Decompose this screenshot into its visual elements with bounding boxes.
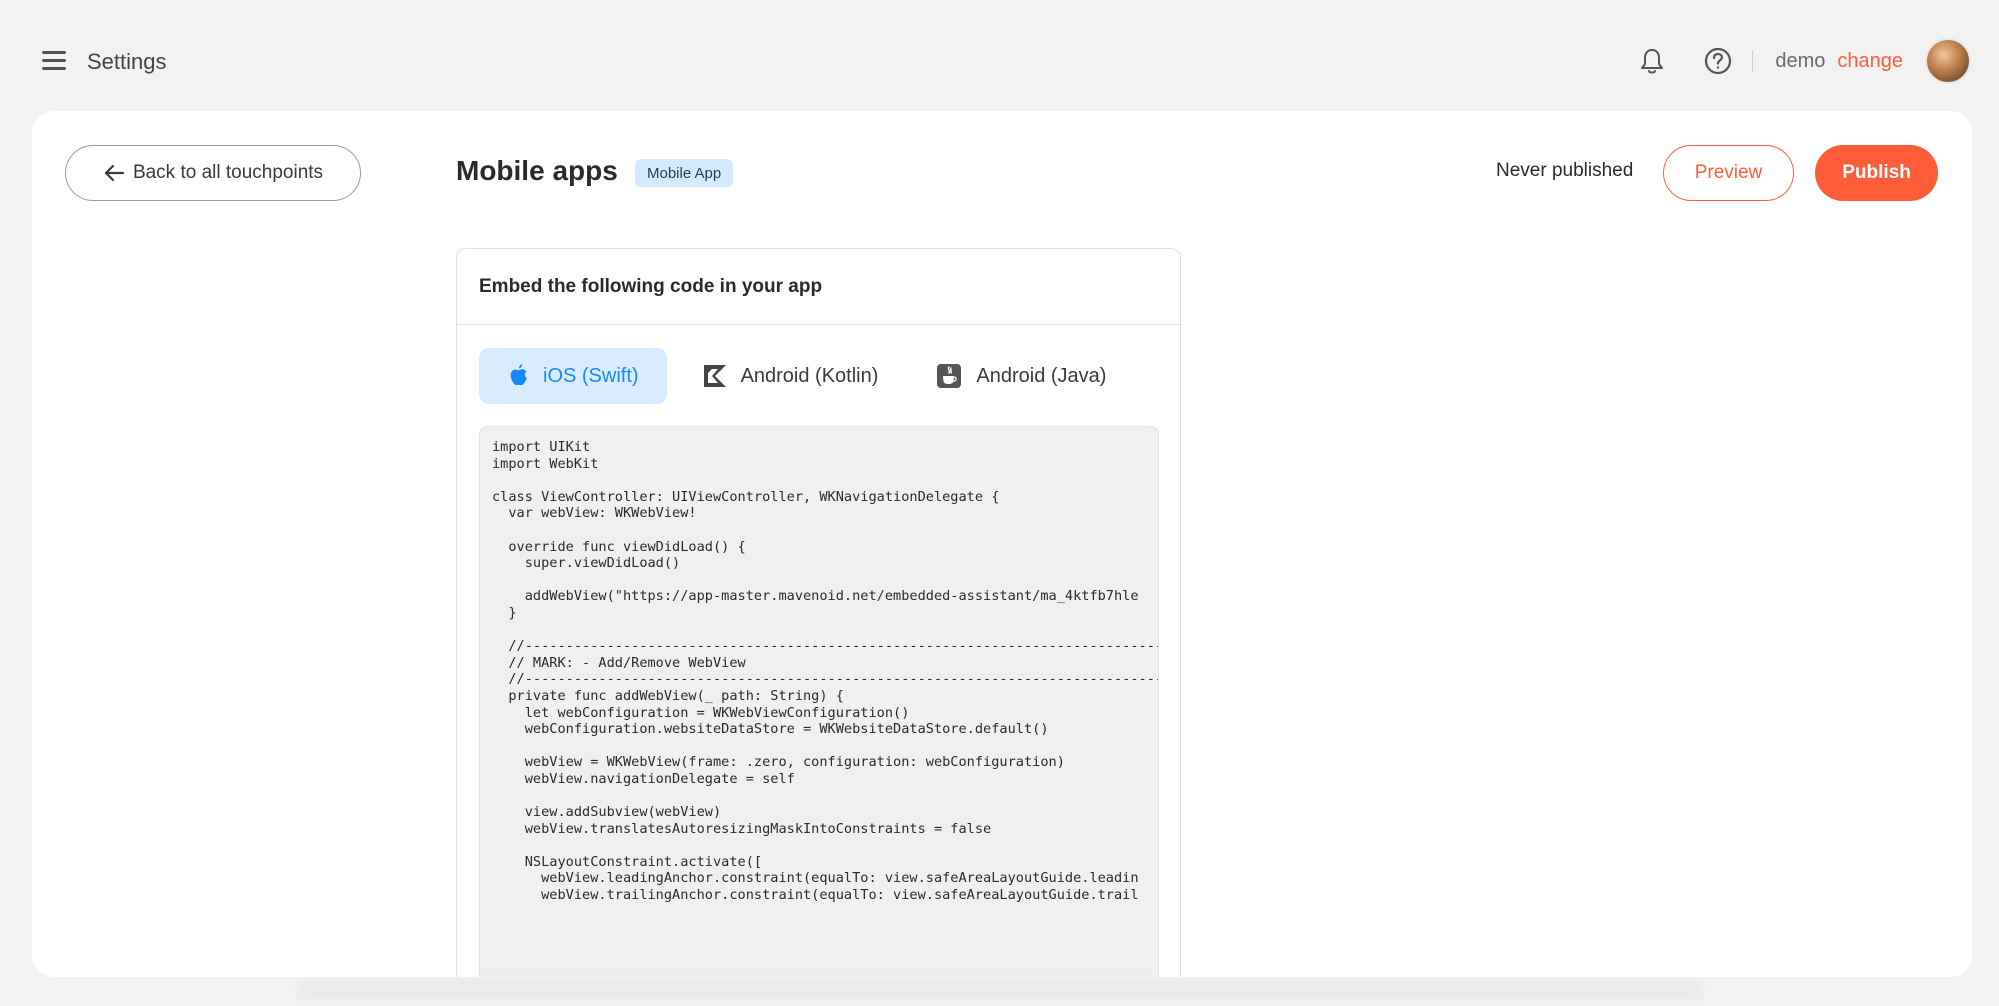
publish-button[interactable]: Publish — [1815, 145, 1938, 201]
back-to-touchpoints-button[interactable]: Back to all touchpoints — [65, 145, 361, 201]
java-icon — [936, 363, 962, 389]
tab-android-kotlin[interactable]: Android (Kotlin) — [675, 348, 901, 404]
bottom-shadow — [300, 982, 1700, 1006]
app-title: Settings — [87, 49, 167, 74]
page-title: Mobile apps — [456, 155, 618, 186]
kotlin-icon — [703, 364, 727, 388]
apple-icon — [507, 363, 529, 389]
tab-android-java[interactable]: Android (Java) — [908, 348, 1128, 404]
tab-label: iOS (Swift) — [543, 364, 639, 387]
embed-code-panel: Embed the following code in your app iOS… — [456, 248, 1181, 977]
type-badge: Mobile App — [635, 159, 734, 187]
main-card: Back to all touchpoints Mobile apps Mobi… — [32, 111, 1972, 977]
header-divider — [1752, 50, 1754, 72]
code-block[interactable]: import UIKit import WebKit class ViewCon… — [479, 426, 1159, 977]
avatar[interactable] — [1925, 38, 1971, 84]
arrow-left-icon — [103, 164, 125, 182]
tab-label: Android (Java) — [976, 364, 1107, 387]
top-right-controls: demo change — [1634, 36, 1971, 86]
bell-icon[interactable] — [1634, 43, 1670, 79]
embed-code-text: import UIKit import WebKit class ViewCon… — [492, 439, 1159, 904]
tab-label: Android (Kotlin) — [740, 364, 879, 387]
back-button-label: Back to all touchpoints — [132, 162, 324, 183]
user-name: demo — [1775, 49, 1826, 72]
preview-button[interactable]: Preview — [1663, 145, 1794, 201]
change-user-link[interactable]: change — [1837, 50, 1903, 73]
top-bar: Settings demo change — [0, 0, 1999, 112]
embed-heading: Embed the following code in your app — [457, 249, 1180, 325]
publish-status: Never published — [1496, 160, 1634, 181]
tab-ios-swift[interactable]: iOS (Swift) — [479, 348, 667, 404]
help-circle-icon[interactable] — [1700, 43, 1736, 79]
hamburger-menu-icon[interactable] — [40, 49, 68, 73]
platform-tabs: iOS (Swift) Android (Kotlin) Android (Ja… — [479, 348, 1136, 404]
